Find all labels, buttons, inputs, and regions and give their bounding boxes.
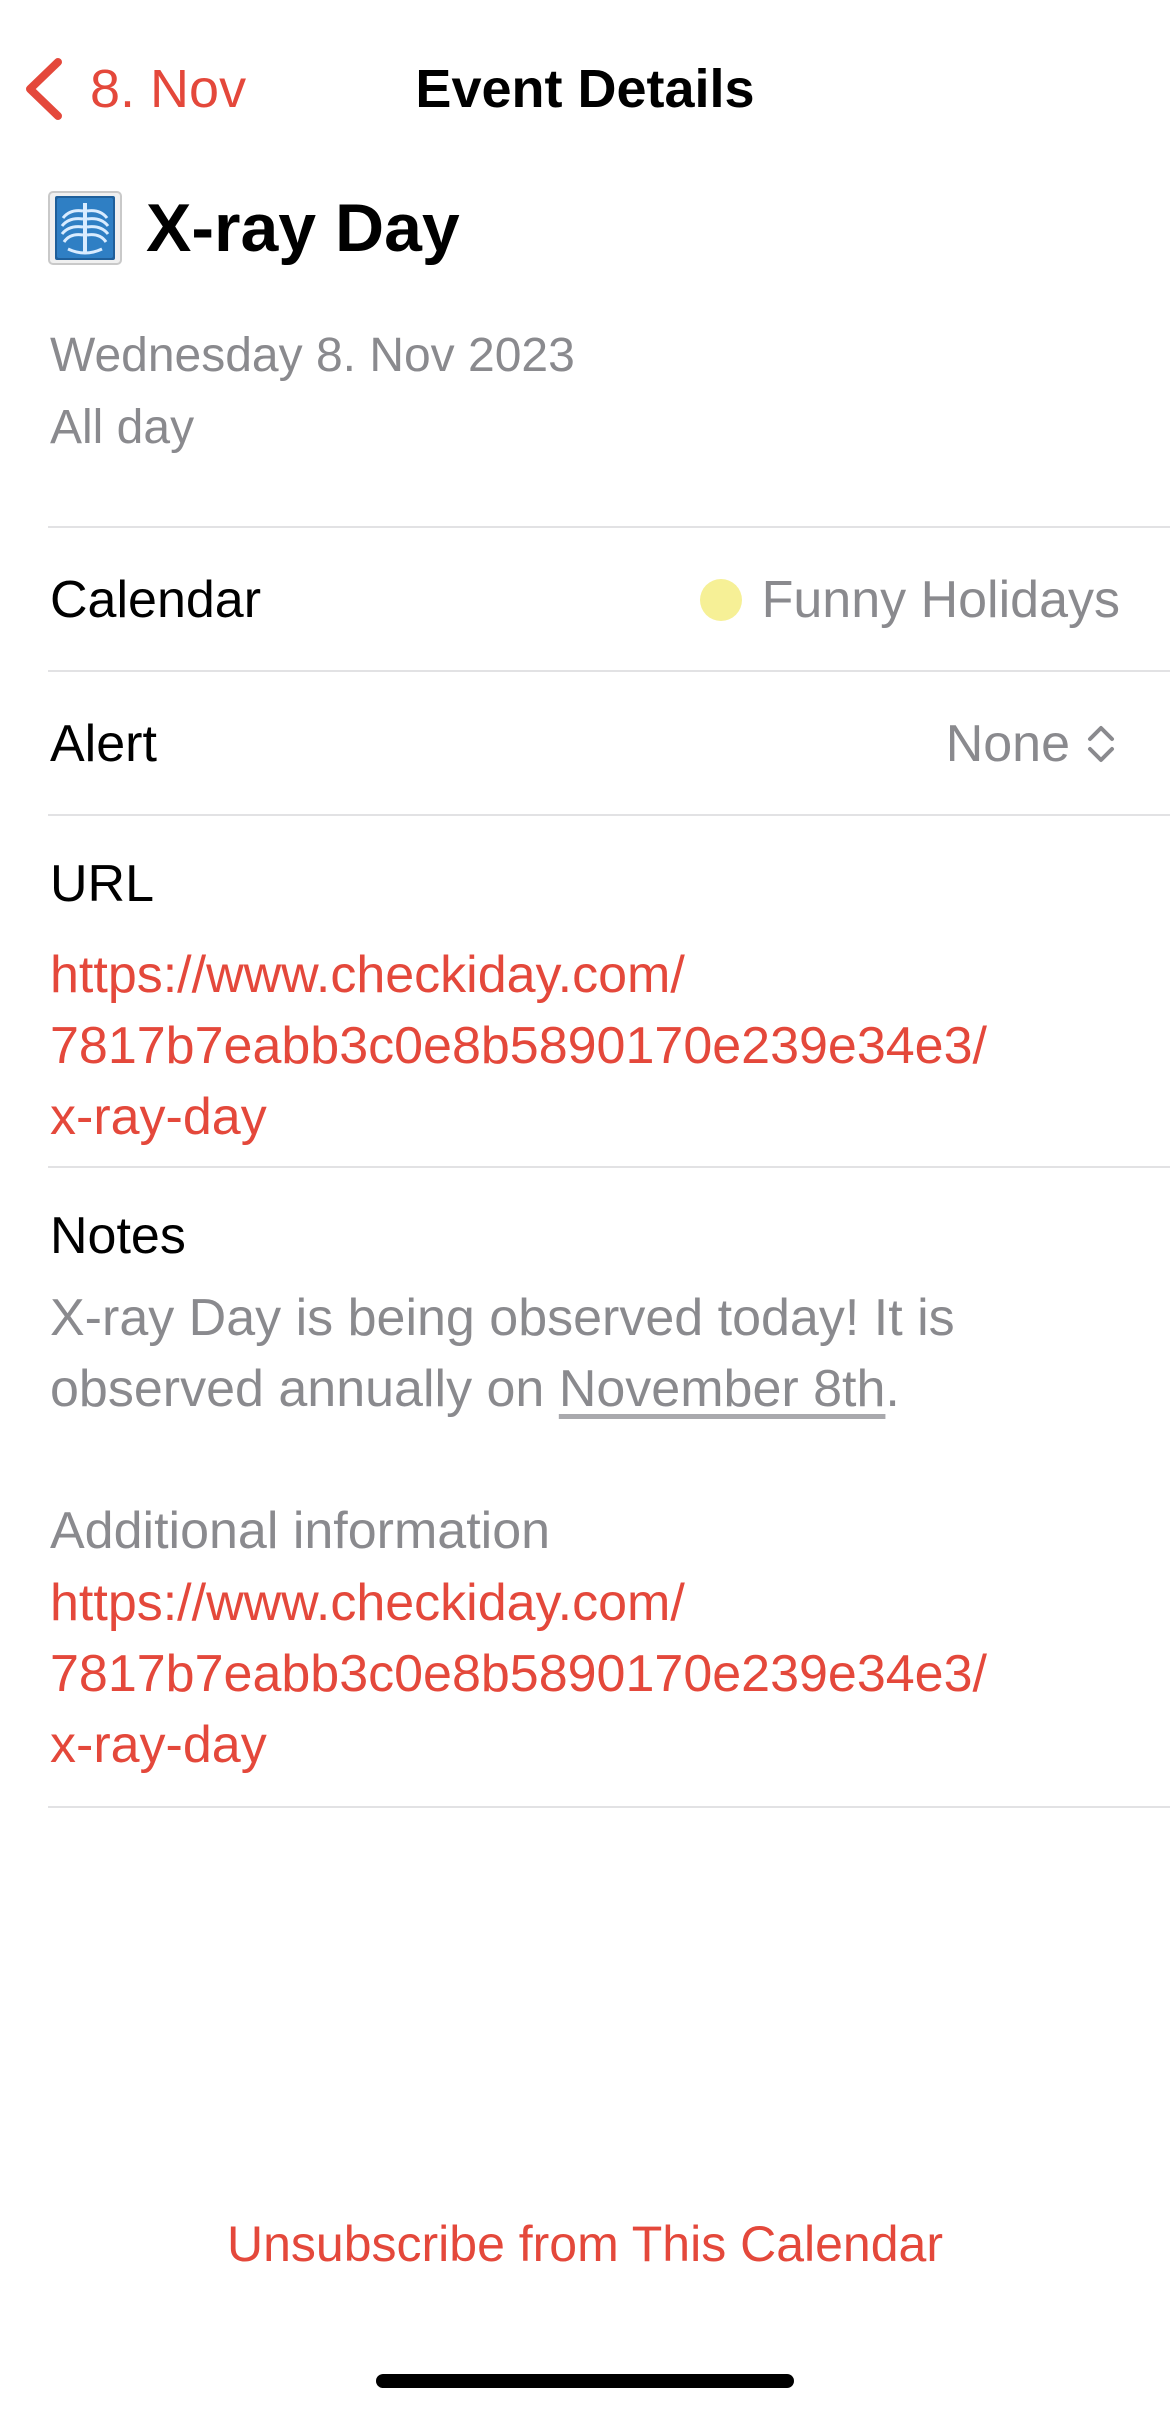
notes-date-link[interactable]: November 8th [559, 1360, 886, 1418]
url-line: 7817b7eabb3c0e8b5890170e239e34e3/ [50, 1645, 987, 1703]
event-title: X-ray Day [146, 190, 460, 266]
alert-picker[interactable]: None [946, 712, 1118, 776]
url-line: x-ray-day [50, 1088, 267, 1146]
notes-label: Notes [50, 1207, 186, 1265]
event-date: Wednesday 8. Nov 2023 [50, 329, 575, 382]
url-line: 7817b7eabb3c0e8b5890170e239e34e3/ [50, 1017, 987, 1075]
calendar-color-dot [699, 579, 742, 621]
unsubscribe-button[interactable]: Unsubscribe from This Calendar [0, 2212, 1170, 2276]
divider [48, 1806, 1170, 1808]
divider [48, 814, 1170, 816]
navigation-bar: 8. Nov Event Details [0, 0, 1170, 170]
x-ray-chest-icon [48, 191, 122, 265]
url-line: https://www.checkiday.com/ [50, 946, 685, 1004]
calendar-label: Calendar [50, 571, 262, 629]
url-link[interactable]: https://www.checkiday.com/ 7817b7eabb3c0… [50, 940, 1130, 1153]
page-title: Event Details [415, 59, 755, 119]
calendar-name: Funny Holidays [761, 571, 1120, 629]
event-time: All day [50, 401, 195, 454]
url-label: URL [50, 855, 155, 913]
alert-label: Alert [50, 715, 157, 773]
additional-info-label: Additional information [50, 1502, 551, 1560]
url-line: https://www.checkiday.com/ [50, 1574, 685, 1632]
additional-info-link[interactable]: https://www.checkiday.com/ 7817b7eabb3c0… [50, 1568, 1130, 1781]
divider [48, 526, 1170, 528]
divider [48, 1166, 1170, 1168]
home-indicator[interactable] [376, 2374, 794, 2388]
url-line: x-ray-day [50, 1716, 267, 1774]
divider [48, 670, 1170, 672]
alert-value: None [945, 715, 1070, 773]
calendar-value: Funny Holidays [699, 568, 1120, 632]
event-header: X-ray Day [48, 188, 460, 268]
up-down-chevron-icon [1088, 726, 1114, 762]
notes-body: X-ray Day is being observed today! It is… [50, 1283, 1130, 1425]
notes-text-end: . [885, 1360, 900, 1418]
